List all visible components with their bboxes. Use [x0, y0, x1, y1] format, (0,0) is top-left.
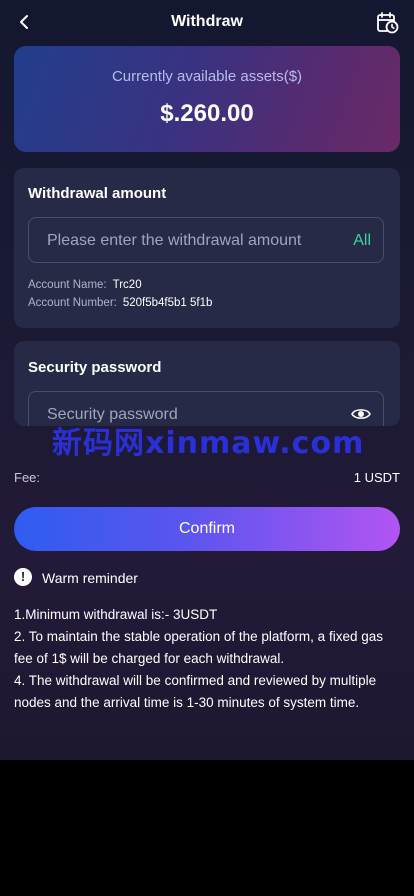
note-item: 2. To maintain the stable operation of t…	[14, 629, 383, 666]
exclamation-circle-icon: !	[14, 568, 32, 586]
account-number-value: 520f5b4f5b1 5f1b	[122, 297, 213, 309]
warm-reminder-label: Warm reminder	[42, 570, 138, 586]
fee-row: Fee: 1 USDT	[14, 470, 400, 486]
calendar-clock-icon	[377, 12, 399, 34]
withdraw-screen: Withdraw Currently available assets($) $…	[0, 0, 414, 760]
fee-value: 1 USDT	[353, 470, 400, 485]
all-button[interactable]: All	[353, 232, 371, 250]
confirm-button[interactable]: Confirm	[14, 507, 400, 551]
note-item: 4. The withdrawal will be confirmed and …	[14, 673, 377, 710]
account-name-value: Trc20	[112, 279, 142, 291]
fee-label: Fee:	[14, 470, 41, 485]
account-name-row: Account Name: Trc20	[28, 279, 142, 291]
security-password-panel: Security password	[14, 341, 400, 426]
amount-field: All	[28, 217, 384, 264]
watermark: 新码网xinmaw.com	[52, 426, 365, 461]
history-button[interactable]	[376, 11, 400, 35]
note-item: 1.Minimum withdrawal is:- 3USDT	[14, 607, 218, 622]
assets-value: $.260.00	[160, 100, 254, 127]
account-number-row: Account Number: 520f5b4f5b1 5f1b	[28, 297, 212, 309]
withdrawal-notes: 1.Minimum withdrawal is:- 3USDT 2. To ma…	[14, 604, 402, 714]
account-number-label: Account Number:	[28, 297, 117, 309]
withdrawal-amount-panel: Withdrawal amount All Account Name: Trc20…	[14, 168, 400, 328]
security-password-title: Security password	[28, 359, 162, 376]
account-name-label: Account Name:	[28, 279, 107, 291]
withdrawal-amount-title: Withdrawal amount	[28, 185, 167, 202]
header: Withdraw	[0, 0, 414, 46]
available-assets-card: Currently available assets($) $.260.00	[14, 46, 400, 152]
amount-input[interactable]	[45, 218, 339, 264]
page-title: Withdraw	[171, 13, 243, 30]
assets-label: Currently available assets($)	[111, 68, 303, 85]
